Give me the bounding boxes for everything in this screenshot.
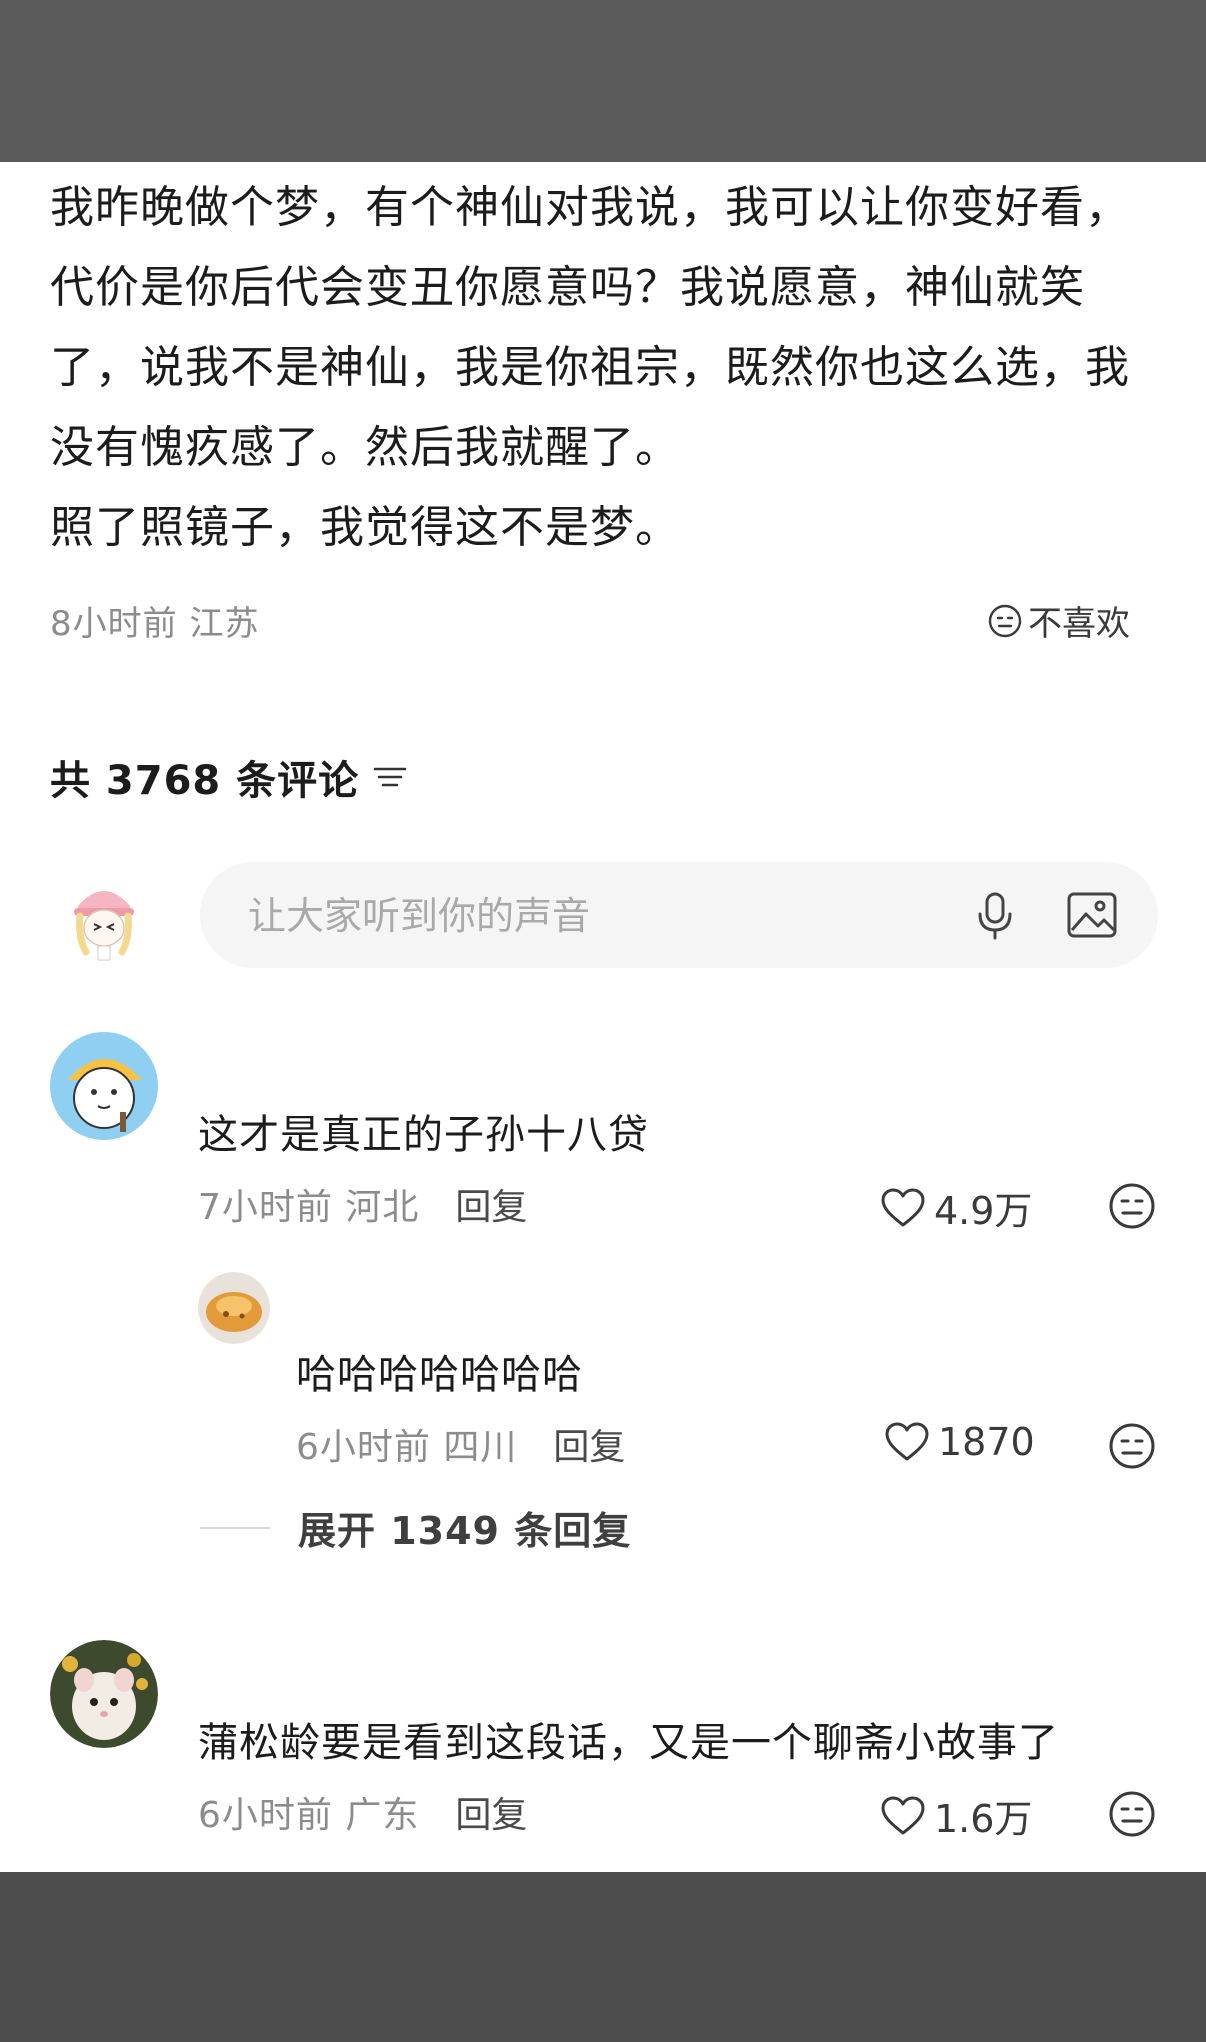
comments-count: 共 3768 条评论	[50, 758, 360, 804]
comment-location: 河北	[345, 1187, 420, 1228]
post-location: 江苏	[189, 604, 260, 644]
comment-avatar[interactable]	[50, 1032, 158, 1140]
image-icon[interactable]	[1066, 890, 1118, 940]
reply-meta: 6小时前 四川 回复	[296, 1418, 625, 1470]
sort-icon[interactable]	[373, 763, 407, 791]
expand-replies-button[interactable]: 展开 1349 条回复	[200, 1500, 631, 1555]
dislike-face-icon[interactable]	[1108, 1182, 1156, 1230]
comment-time: 6小时前	[198, 1795, 333, 1836]
comment-avatar[interactable]	[50, 1640, 158, 1748]
post-time: 8小时前	[50, 604, 178, 644]
dislike-face-icon[interactable]	[1108, 1790, 1156, 1838]
like-count: 4.9万	[934, 1189, 1033, 1233]
like-button[interactable]: 1.6万	[880, 1788, 1032, 1843]
like-button[interactable]: 4.9万	[880, 1180, 1032, 1235]
comment-composer[interactable]	[200, 862, 1158, 968]
heart-icon	[881, 1796, 925, 1834]
reply-text: 哈哈哈哈哈哈哈	[296, 1352, 583, 1398]
heart-icon	[885, 1422, 929, 1461]
expand-divider	[200, 1526, 270, 1529]
reply-button[interactable]: 回复	[455, 1786, 527, 1838]
post-body: 我昨晚做个梦，有个神仙对我说，我可以让你变好看，代价是你后代会变丑你愿意吗？我说…	[50, 182, 1130, 553]
like-button[interactable]: 1870	[884, 1420, 1035, 1464]
neutral-face-icon	[988, 604, 1022, 637]
like-count: 1.6万	[934, 1797, 1033, 1841]
reply-time: 6小时前	[296, 1427, 431, 1468]
bottom-mask-bar	[0, 1872, 1206, 2042]
dislike-button[interactable]: 不喜欢	[988, 596, 1130, 645]
dislike-label: 不喜欢	[1028, 604, 1130, 644]
reply-button[interactable]: 回复	[455, 1178, 527, 1230]
reply-button[interactable]: 回复	[553, 1418, 625, 1470]
comment-text: 这才是真正的子孙十八贷	[198, 1112, 649, 1158]
comment-meta: 6小时前 广东 回复	[198, 1786, 527, 1838]
comment-location: 广东	[345, 1795, 420, 1836]
comment-meta: 7小时前 河北 回复	[198, 1178, 527, 1230]
top-mask-bar	[0, 0, 1206, 162]
expand-replies-label: 展开 1349 条回复	[298, 1509, 632, 1553]
my-avatar[interactable]	[64, 872, 144, 962]
like-count: 1870	[938, 1420, 1035, 1464]
dislike-face-icon[interactable]	[1108, 1422, 1156, 1470]
comments-header: 共 3768 条评论	[50, 748, 407, 806]
microphone-icon[interactable]	[970, 890, 1020, 940]
reply-location: 四川	[443, 1427, 518, 1468]
post-meta: 8小时前 江苏	[50, 596, 259, 645]
reply-avatar[interactable]	[198, 1272, 270, 1344]
heart-icon	[881, 1188, 925, 1226]
comment-time: 7小时前	[198, 1187, 333, 1228]
comment-input[interactable]	[246, 888, 950, 944]
comment-text: 蒲松龄要是看到这段话，又是一个聊斋小故事了	[198, 1720, 1059, 1766]
